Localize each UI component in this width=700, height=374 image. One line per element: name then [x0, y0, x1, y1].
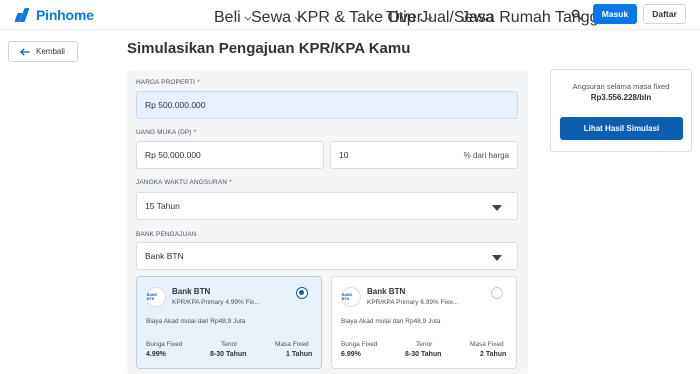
installment-summary-card: Angsuran selama masa fixed Rp3.556.228/b… — [550, 69, 692, 152]
nav-menu-label: Sewa — [251, 9, 292, 26]
pinhome-logo[interactable]: Pinhome — [14, 7, 94, 23]
tenor-range-value: 8-30 Tahun — [210, 351, 247, 358]
interest-label: Bunga Fixed — [341, 341, 378, 348]
tenor-range-label: Tenor — [416, 341, 433, 348]
label-text: UANG MUKA (DP) — [136, 129, 192, 136]
bank-btn-logo: BANK BTN — [341, 287, 361, 307]
logo-text: Pinhome — [36, 7, 94, 23]
down-payment-input[interactable]: Rp 50.000.000 — [136, 141, 324, 169]
bank-offer-card[interactable]: BANK BTN Bank BTN KPR/KPA Primary 4.99% … — [136, 276, 322, 369]
top-navbar: Pinhome Beli Sewa KPR & Take Over Titip … — [0, 0, 700, 30]
bank-label: BANK PENGAJUAN — [136, 231, 197, 238]
bank-offer-radio[interactable] — [296, 287, 308, 299]
down-payment-value: Rp 50.000.000 — [145, 150, 201, 160]
pinhome-logo-icon — [14, 8, 32, 22]
tenor-label: JANGKA WAKTU ANGSURAN * — [136, 179, 232, 186]
nav-menu-beli[interactable]: Beli — [214, 9, 252, 27]
bank-product: KPR/KPA Primary 6.99% Fixe... — [367, 299, 459, 306]
interest-value: 4.99% — [146, 351, 166, 358]
installment-label: Angsuran selama masa fixed — [572, 82, 670, 91]
bank-offer-card[interactable]: BANK BTN Bank BTN KPR/KPA Primary 6.99% … — [331, 276, 517, 369]
interest-label: Bunga Fixed — [146, 341, 183, 348]
dropdown-arrow-icon — [492, 255, 502, 261]
register-button[interactable]: Daftar — [643, 4, 686, 24]
back-label: Kembali — [36, 47, 65, 56]
property-price-value: Rp 500.000.000 — [145, 100, 206, 110]
dropdown-arrow-icon — [492, 205, 502, 211]
fixed-period-label: Masa Fixed — [275, 341, 309, 348]
fixed-period-value: 2 Tahun — [480, 351, 507, 358]
interest-value: 6.99% — [341, 351, 361, 358]
nav-menu-label: Jasa Rumah Tangga — [461, 9, 608, 26]
label-text: JANGKA WAKTU ANGSURAN — [136, 179, 228, 186]
search-icon[interactable] — [571, 9, 582, 20]
fixed-period-value: 1 Tahun — [286, 351, 313, 358]
tenor-range-value: 8-30 Tahun — [405, 351, 442, 358]
bank-value: Bank BTN — [145, 251, 184, 261]
bank-select[interactable]: Bank BTN — [136, 242, 518, 270]
login-button[interactable]: Masuk — [593, 4, 637, 24]
tenor-select[interactable]: 15 Tahun — [136, 192, 518, 220]
required-mark: * — [197, 79, 200, 86]
bank-offer-radio[interactable] — [491, 287, 503, 299]
view-simulation-result-button[interactable]: Lihat Hasil Simulasi — [560, 117, 683, 140]
bank-name: Bank BTN — [172, 287, 211, 296]
bank-btn-logo: BANK BTN — [146, 287, 166, 307]
down-payment-label: UANG MUKA (DP) * — [136, 129, 196, 136]
down-payment-percent-input[interactable]: 10 % dari harga — [330, 141, 518, 169]
tenor-value: 15 Tahun — [145, 201, 180, 211]
property-price-label: HARGA PROPERTI * — [136, 79, 200, 86]
bank-fee: Biaya Akad mulai dari Rp48,9 Juta — [341, 318, 441, 325]
installment-value: Rp3.556.228/bln — [590, 93, 652, 102]
required-mark: * — [193, 129, 197, 136]
property-price-input[interactable]: Rp 500.000.000 — [136, 91, 518, 119]
bank-product: KPR/KPA Primary 4.99% Fix... — [172, 299, 260, 306]
label-text: BANK PENGAJUAN — [136, 231, 197, 238]
fixed-period-label: Masa Fixed — [470, 341, 504, 348]
bank-name: Bank BTN — [367, 287, 406, 296]
down-payment-percent-value: 10 — [339, 150, 349, 160]
percent-suffix: % dari harga — [463, 151, 509, 160]
nav-menu-label: Beli — [214, 9, 241, 26]
arrow-left-icon — [20, 47, 30, 56]
required-mark: * — [229, 179, 232, 186]
label-text: HARGA PROPERTI — [136, 79, 196, 86]
tenor-range-label: Tenor — [221, 341, 238, 348]
bank-fee: Biaya Akad mulai dari Rp48,9 Juta — [146, 318, 246, 325]
page-title: Simulasikan Pengajuan KPR/KPA Kamu — [127, 40, 411, 57]
back-button[interactable]: Kembali — [8, 41, 78, 62]
nav-menu-sewa[interactable]: Sewa — [251, 9, 302, 27]
